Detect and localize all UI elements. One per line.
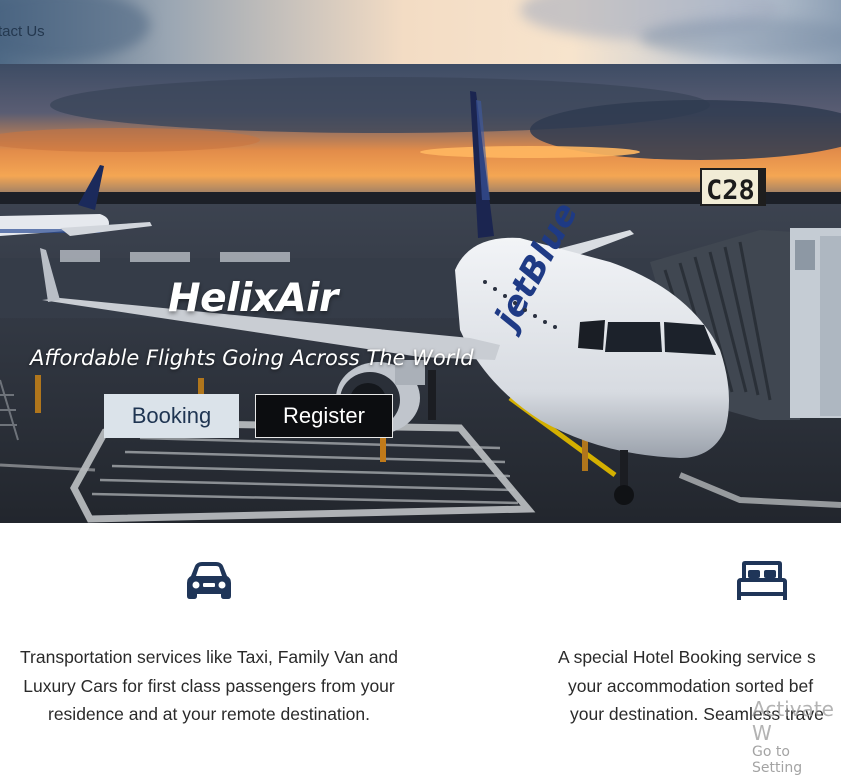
hotel-service-text: A special Hotel Booking service s your a… <box>545 643 841 729</box>
bed-icon <box>736 560 788 607</box>
service-line: Transportation services like Taxi, Famil… <box>19 647 399 667</box>
airport-hero-image: C28 jetBlue <box>0 64 841 523</box>
nav-link-contact-us[interactable]: tact Us <box>0 23 45 40</box>
brand-logo-text: HelixAir <box>168 276 338 321</box>
service-line: residence and at your remote destination… <box>48 704 370 724</box>
car-icon <box>186 560 232 607</box>
service-line: Luxury Cars for first class passengers f… <box>23 675 395 696</box>
service-line: your destination. Seamless trave <box>570 704 824 724</box>
service-line: your accommodation sorted bef <box>568 675 814 696</box>
hero-banner: C28 jetBlue HelixAir Affordable Flights … <box>0 64 841 523</box>
register-button[interactable]: Register <box>255 394 393 438</box>
booking-button[interactable]: Booking <box>104 394 239 438</box>
gate-sign-c28: C28 <box>706 175 755 206</box>
watermark-line-2: Go to Setting <box>752 744 803 776</box>
top-navigation-bar: tact Us <box>0 0 841 64</box>
service-line: A special Hotel Booking service s <box>558 647 816 667</box>
hero-tagline: Affordable Flights Going Across The Worl… <box>30 346 474 370</box>
transport-service-text: Transportation services like Taxi, Famil… <box>0 643 418 729</box>
